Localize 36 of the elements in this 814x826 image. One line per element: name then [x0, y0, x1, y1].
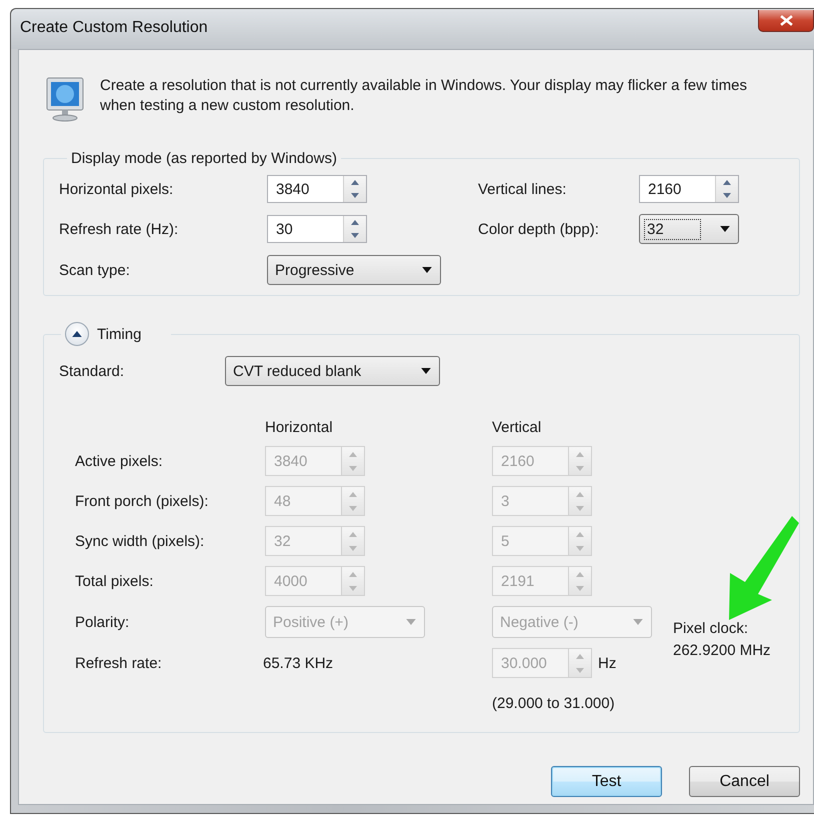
field-label: Horizontal pixels:	[59, 180, 174, 198]
caret-icon	[720, 226, 730, 232]
field-label: Active pixels:	[75, 452, 164, 470]
field-label: Vertical lines:	[478, 180, 568, 198]
value-text: 262.9200 MHz	[673, 642, 772, 659]
group-title: Display mode (as reported by Windows)	[70, 150, 338, 167]
field-label: Pixel clock:	[673, 620, 750, 637]
field-label: Total pixels:	[75, 572, 154, 590]
field-label: Sync width (pixels):	[75, 532, 206, 550]
close-icon	[780, 15, 792, 26]
field-label: Color depth (bpp):	[478, 220, 600, 238]
column-header: Vertical	[492, 419, 542, 436]
window-title: Create Custom Resolution	[20, 19, 208, 37]
value-text: 65.73 KHz	[263, 654, 334, 672]
caret-icon	[421, 368, 431, 374]
field-label: Front porch (pixels):	[75, 492, 210, 510]
up-arrow-icon	[72, 331, 82, 337]
cancel-button[interactable]: Cancel	[689, 766, 800, 797]
dropdown[interactable]: 32	[639, 214, 739, 244]
close-button[interactable]	[758, 10, 814, 32]
monitor-icon	[45, 76, 85, 122]
caret-icon	[406, 619, 416, 625]
description-text: Create a resolution that is not currently available in Windows. Your display may flicker a few times when testing a new custom resolution.	[100, 76, 748, 116]
column-header: Horizontal	[265, 419, 334, 436]
caret-icon	[422, 267, 432, 273]
field-label: Standard:	[59, 362, 126, 380]
range-text: (29.000 to 31.000)	[492, 694, 616, 712]
unit-label: Hz	[598, 654, 616, 672]
group-title: Timing	[97, 326, 142, 342]
field-label: Refresh rate (Hz):	[59, 220, 180, 238]
field-label: Refresh rate:	[75, 654, 163, 672]
field-label: Scan type:	[59, 262, 131, 278]
test-button[interactable]: Test	[551, 766, 662, 797]
dropdown[interactable]: Progressive	[267, 255, 441, 285]
caret-icon	[633, 619, 643, 625]
field-label: Polarity:	[75, 614, 130, 630]
